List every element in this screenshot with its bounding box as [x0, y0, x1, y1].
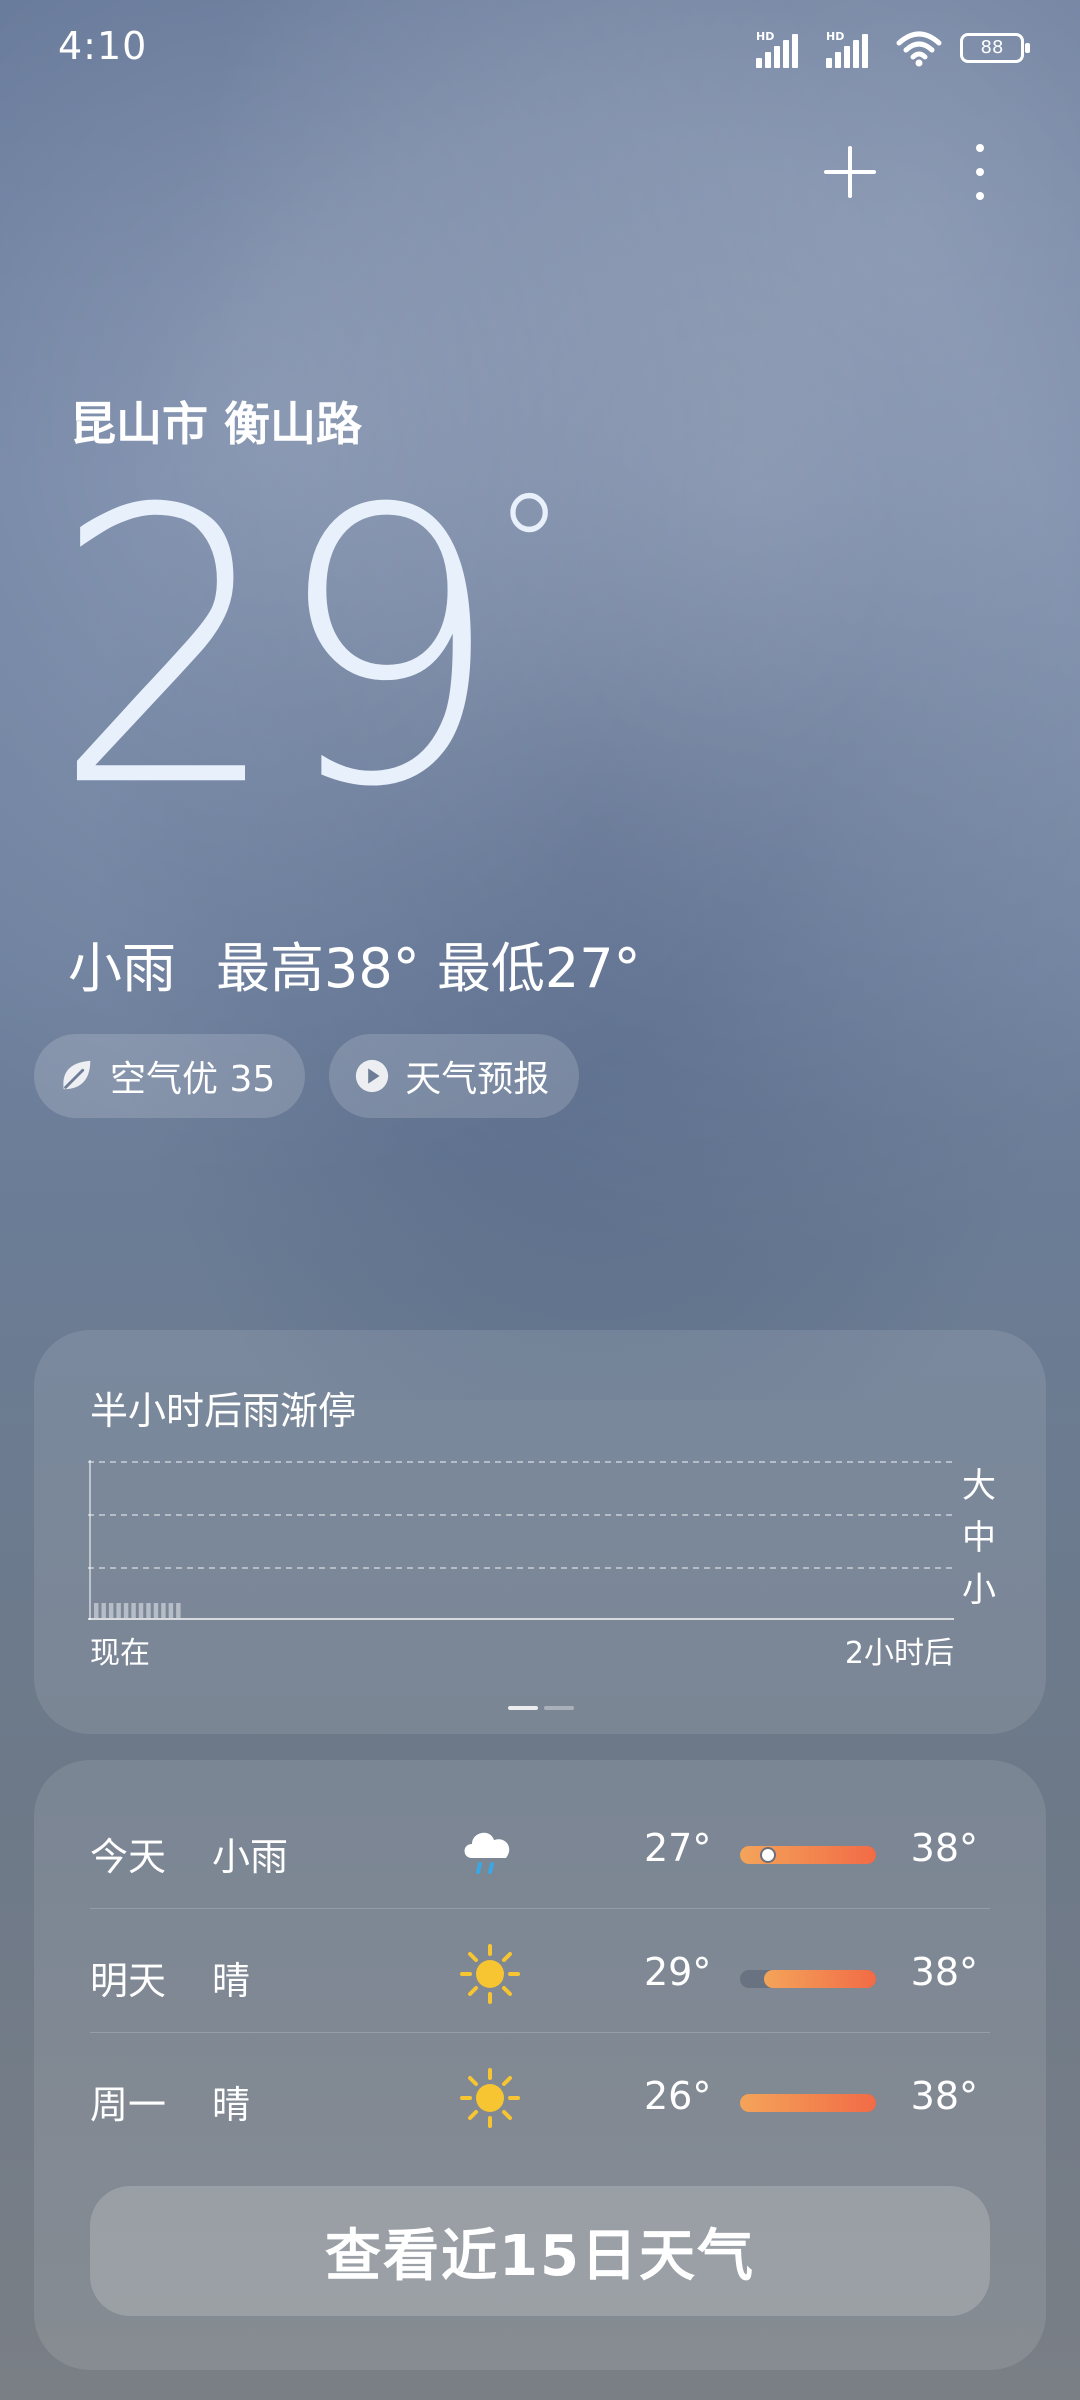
wifi-icon [896, 31, 942, 67]
precipitation-card[interactable]: 半小时后雨渐停 大 中 小 现在 2小时后 [34, 1330, 1046, 1734]
rain-bar [131, 1603, 136, 1618]
forecast-row-tomorrow[interactable]: 明天 晴 29° 38° [90, 1914, 990, 2038]
signal-icon-2: HD [826, 28, 878, 68]
current-temperature: 29° [52, 460, 565, 839]
forecast-low: 27° [644, 1826, 712, 1870]
signal-icon: HD [756, 28, 808, 68]
current-temp-marker [760, 1847, 776, 1863]
rain-bar [108, 1603, 114, 1618]
forecast-high: 38° [910, 1950, 978, 1994]
forecast-day: 明天 [90, 1959, 167, 2003]
level-light: 小 [962, 1570, 996, 1610]
indicator-active [508, 1706, 538, 1710]
level-heavy: 大 [962, 1466, 996, 1506]
rain-x-end: 2小时后 [844, 1636, 954, 1671]
rain-bar [153, 1603, 159, 1618]
forecast-row-monday[interactable]: 周一 晴 26° 38° [90, 2038, 990, 2162]
forecast-video-label: 天气预报 [405, 1059, 550, 1100]
more-dot [976, 168, 984, 176]
forecast-day: 周一 [90, 2083, 167, 2127]
sun-icon [460, 2068, 520, 2128]
forecast-day: 今天 [90, 1835, 167, 1879]
rain-level-labels: 大 中 小 [962, 1460, 1022, 1616]
add-city-button[interactable] [818, 140, 882, 204]
temp-range-bar [740, 1970, 876, 1988]
info-chips: 空气优 35 天气预报 [34, 1034, 580, 1118]
page-indicator [508, 1706, 574, 1710]
sun-icon [460, 1944, 520, 2004]
rain-title: 半小时后雨渐停 [90, 1389, 357, 1433]
more-menu-button[interactable] [965, 144, 995, 200]
rain-bar [101, 1603, 106, 1618]
weather-summary: 小雨 最高38° 最低27° [68, 924, 641, 1003]
rain-bar [123, 1603, 129, 1618]
rain-bar [138, 1603, 144, 1618]
rain-bar [116, 1603, 121, 1618]
forecast-high: 38° [910, 1826, 978, 1870]
temperature-value: 29 [52, 429, 502, 870]
forecast-row-today[interactable]: 今天 小雨 27° 38° [90, 1790, 990, 1914]
forecast-video-chip[interactable]: 天气预报 [329, 1034, 580, 1118]
forecast-card: 今天 小雨 27° 38° 明天 晴 29° 38° 周一 晴 26° 38° … [34, 1760, 1046, 2370]
play-icon [356, 1059, 389, 1093]
more-dot [976, 144, 984, 152]
forecast-high: 38° [910, 2074, 978, 2118]
rain-x-start: 现在 [90, 1636, 150, 1671]
view-15-day-button[interactable]: 查看近15日天气 [90, 2186, 990, 2316]
forecast-low: 26° [644, 2074, 712, 2118]
forecast-condition: 晴 [212, 2083, 251, 2127]
temp-range-fill [764, 1970, 876, 1988]
rain-cloud-icon [464, 1832, 510, 1874]
air-quality-label: 空气优 35 [110, 1059, 276, 1100]
status-icons: HD HD 88 [756, 28, 1030, 68]
condition-text: 小雨 [68, 937, 176, 1000]
temp-range-bar [740, 2094, 876, 2112]
forecast-condition: 晴 [212, 1959, 251, 2003]
high-temp: 最高38° [216, 937, 420, 1000]
rain-bar [146, 1603, 151, 1618]
rain-bar [176, 1603, 181, 1618]
row-divider [90, 2032, 990, 2033]
more-dot [976, 192, 984, 200]
row-divider [90, 1908, 990, 1909]
forecast-condition: 小雨 [212, 1835, 289, 1879]
leaf-icon [63, 1060, 91, 1090]
high-low: 最高38° 最低27° [216, 924, 641, 1003]
air-quality-chip[interactable]: 空气优 35 [34, 1034, 306, 1118]
forecast-low: 29° [644, 1950, 712, 1994]
temp-range-bar [740, 1846, 876, 1864]
indicator-inactive [544, 1706, 574, 1710]
degree-symbol: ° [494, 463, 565, 635]
low-temp: 最低27° [436, 937, 641, 1000]
level-medium: 中 [962, 1518, 996, 1558]
rain-bar [168, 1603, 174, 1618]
rain-bar [94, 1603, 99, 1618]
battery-icon: 88 [960, 33, 1030, 63]
status-time: 4:10 [58, 24, 148, 68]
status-bar: 4:10 HD HD 88 [0, 0, 1080, 100]
precipitation-chart [88, 1460, 954, 1620]
temp-range-fill [740, 2094, 876, 2112]
rain-bar [161, 1603, 166, 1618]
